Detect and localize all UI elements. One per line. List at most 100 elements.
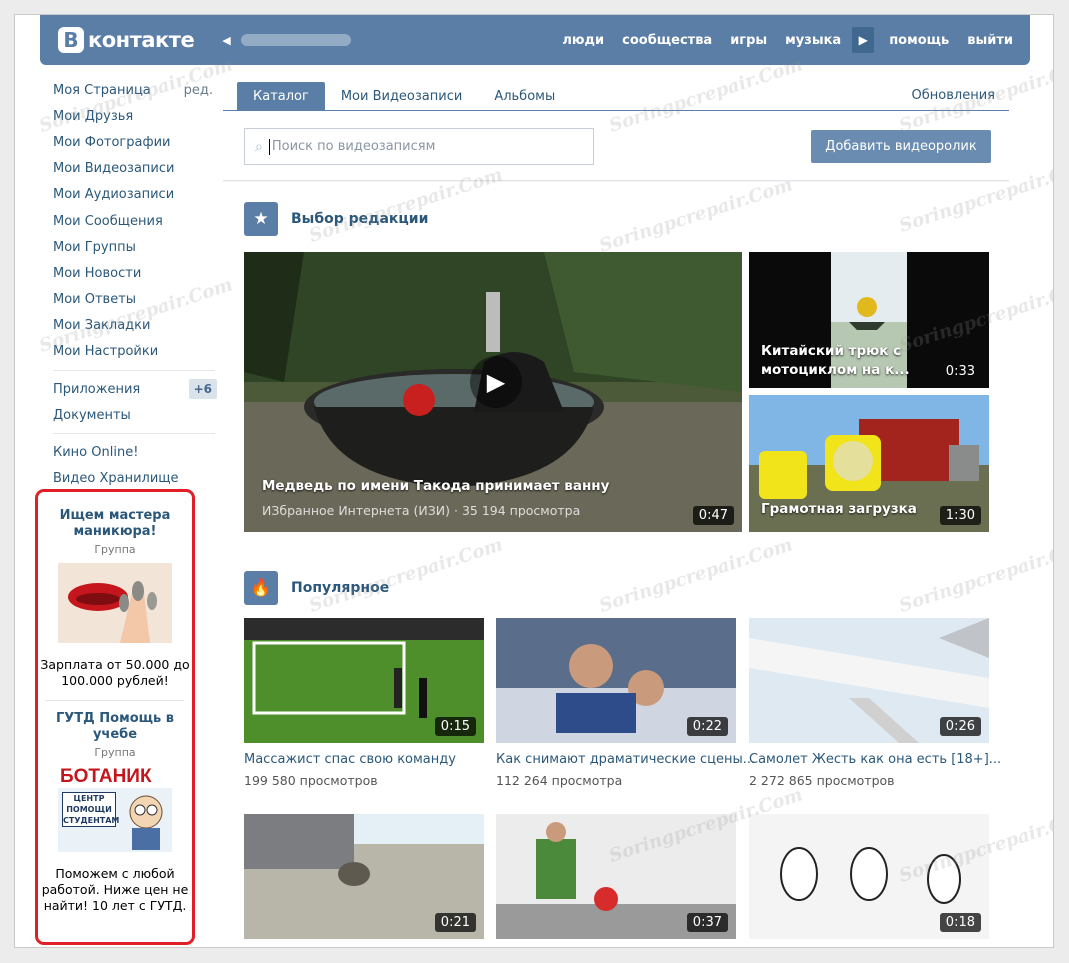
music-play-icon[interactable]: ▶ [852,27,875,53]
menu-item-label: Мои Ответы [53,292,137,308]
channel-name[interactable]: ИЗбранное Интернета (ИЗИ) [262,503,450,518]
ad-image-manicure[interactable] [58,563,172,643]
ad-text: Зарплата от 50.000 до 100.000 рублей! [40,657,190,688]
nav-music[interactable]: музыка [776,33,850,48]
updates-link[interactable]: Обновления [912,88,995,103]
menu-item-label: Мои Видеозаписи [53,161,175,177]
menu-my-photos[interactable]: Мои Фотографии [39,129,221,155]
duration-badge: 1:30 [939,506,981,525]
top-nav: люди сообщества игры музыка ▶ помощь вый… [553,27,1022,53]
video-search-input[interactable]: ⌕ Поиск по видеозаписям [244,128,594,165]
menu-item-label: Кино Online! [53,445,139,461]
menu-my-audio[interactable]: Мои Аудиозаписи [39,182,221,208]
menu-item-label: Мои Сообщения [53,213,163,229]
ads-block: Ищем мастера маникюра! Группа Зарплата о… [35,489,195,945]
nav-help[interactable]: помощь [880,33,958,48]
duration-badge: 0:37 [686,913,728,932]
tab-catalog[interactable]: Каталог [237,82,325,110]
popular-video-1[interactable]: 0:15 [244,618,484,743]
view-count: 35 194 просмотра [461,503,581,518]
duration-badge: 0:22 [686,717,728,736]
popular-video-2[interactable]: 0:22 [496,618,736,743]
menu-item-label: Документы [53,407,131,423]
section-title: Популярное [291,580,390,596]
ad-type: Группа [94,746,136,759]
menu-my-news[interactable]: Мои Новости [39,260,221,286]
menu-my-messages[interactable]: Мои Сообщения [39,208,221,234]
ad-type: Группа [94,543,136,556]
popular-video-5[interactable]: 0:37 [496,814,736,939]
section-title: Выбор редакции [291,211,429,227]
menu-video-storage[interactable]: Видео Хранилище [39,466,221,492]
menu-item-label: Мои Настройки [53,344,159,360]
duration-badge: 0:26 [939,717,981,736]
ad-image-subtitle: ЦЕНТР ПОМОЩИ СТУДЕНТАМ [62,792,120,827]
menu-apps[interactable]: Приложения +6 [39,376,221,402]
browser-page: В контакте ◀ люди сообщества игры музыка… [14,14,1054,948]
popular-header: 🔥 Популярное [244,571,389,605]
menu-kino-online[interactable]: Кино Online! [39,439,221,465]
menu-item-label: Мои Аудиозаписи [53,187,175,203]
video-meta: ИЗбранное Интернета (ИЗИ) · 35 194 просм… [262,503,580,518]
nav-communities[interactable]: сообщества [613,33,721,48]
nav-logout[interactable]: выйти [958,33,1022,48]
tab-albums[interactable]: Альбомы [478,82,571,110]
menu-my-friends[interactable]: Мои Друзья [39,103,221,129]
menu-my-groups[interactable]: Мои Группы [39,234,221,260]
duration-badge: 0:15 [434,717,476,736]
menu-item-label: Мои Новости [53,265,142,281]
play-icon[interactable]: ▶ [470,356,522,408]
ad-image-title: БОТАНИК [58,766,172,788]
tab-my-videos[interactable]: Мои Видеозаписи [325,82,478,110]
edit-menu-link[interactable]: ред. [184,83,221,98]
duration-badge: 0:18 [939,913,981,932]
ad-title[interactable]: Ищем мастера маникюра! [38,508,192,540]
vk-logo[interactable]: В контакте [58,27,195,53]
menu-item-label: Мои Группы [53,239,136,255]
duration-badge: 0:21 [434,913,476,932]
video-catalog: Каталог Мои Видеозаписи Альбомы Обновлен… [223,77,1009,947]
meta-separator: · [454,503,462,518]
ad-gutd[interactable]: ГУТД Помощь в учебе Группа БОТАНИК ЦЕНТР… [38,701,192,914]
duration-badge: 0:47 [692,506,734,525]
editors-choice-header: ★ Выбор редакции [244,202,428,236]
menu-my-videos[interactable]: Мои Видеозаписи [39,156,221,182]
video-title[interactable]: Самолет Жесть как она есть [18+]... [749,752,1001,767]
fire-icon: 🔥 [244,571,278,605]
popular-video-3[interactable]: 0:26 [749,618,989,743]
popular-video-6[interactable]: 0:18 [749,814,989,939]
video-title[interactable]: Как снимают драматические сцены... [496,752,755,767]
menu-documents[interactable]: Документы [39,402,221,428]
star-icon: ★ [244,202,278,236]
menu-my-page[interactable]: Моя Страница ред. [39,77,221,103]
ad-image-botanik[interactable]: БОТАНИК ЦЕНТР ПОМОЩИ СТУДЕНТАМ [58,766,172,852]
ad-manicure[interactable]: Ищем мастера маникюра! Группа Зарплата о… [38,492,192,689]
search-icon: ⌕ [255,138,263,155]
popular-video-4[interactable]: 0:21 [244,814,484,939]
blurred-user-name [240,34,351,46]
video-title: Медведь по имени Такода принимает ванну [262,478,610,494]
menu-item-label: Мои Фотографии [53,134,171,150]
menu-item-label: Приложения [53,381,141,397]
menu-my-answers[interactable]: Мои Ответы [39,287,221,313]
video-title[interactable]: Массажист спас свою команду [244,752,456,767]
video-title: Грамотная загрузка [761,501,917,517]
left-menu: Моя Страница ред. Мои Друзья Мои Фотогра… [39,77,221,492]
add-video-button[interactable]: Добавить видеоролик [811,130,991,163]
back-arrow-icon[interactable]: ◀ [222,34,230,47]
nav-people[interactable]: люди [553,33,613,48]
search-placeholder: Поиск по видеозаписям [271,139,436,154]
duration-badge: 0:33 [945,364,975,379]
nav-games[interactable]: игры [721,33,776,48]
tabs-bar: Каталог Мои Видеозаписи Альбомы Обновлен… [223,77,1009,111]
menu-item-label: Моя Страница [53,82,151,98]
menu-my-bookmarks[interactable]: Мои Закладки [39,313,221,339]
main-featured-video[interactable]: ▶ Медведь по имени Такода принимает ванн… [244,252,742,532]
view-count: 199 580 просмотров [244,773,378,788]
menu-my-settings[interactable]: Мои Настройки [39,339,221,365]
view-count: 2 272 865 просмотров [749,773,895,788]
side-video-1[interactable]: Китайский трюк с мотоциклом на к... 0:33 [749,252,989,388]
side-video-2[interactable]: Грамотная загрузка 1:30 [749,395,989,532]
menu-item-label: Мои Друзья [53,108,134,124]
ad-title[interactable]: ГУТД Помощь в учебе [38,711,192,743]
